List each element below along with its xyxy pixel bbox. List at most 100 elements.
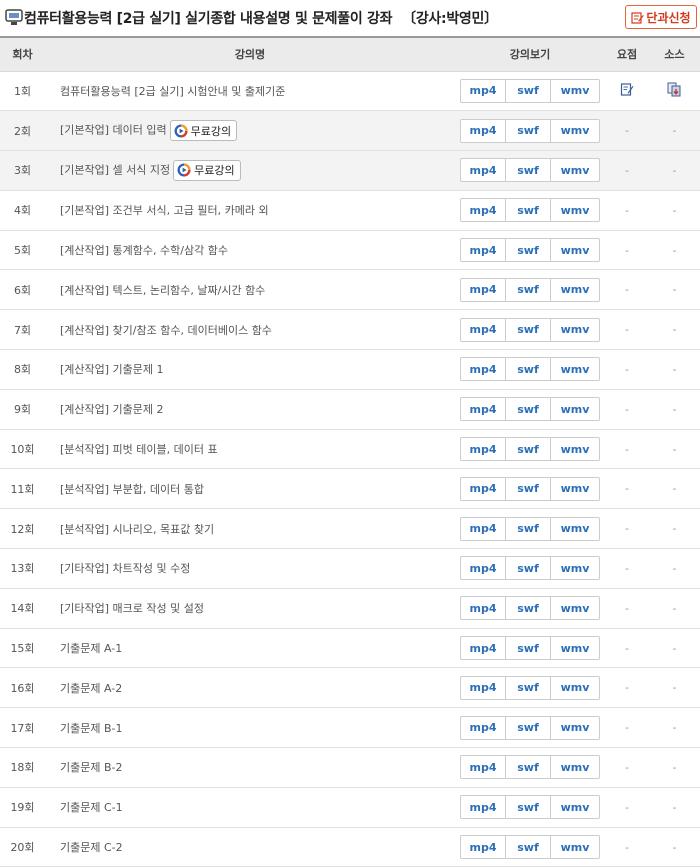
source-download-icon	[667, 82, 681, 97]
mp4-button[interactable]: mp4	[461, 796, 505, 818]
lecture-title: [계산작업] 기출문제 2	[60, 403, 164, 417]
wmv-button[interactable]: wmv	[550, 398, 599, 421]
table-row: 7회 [계산작업] 찾기/참조 함수, 데이터베이스 함수 mp4 swf wmv - -	[0, 310, 700, 350]
swf-button[interactable]: swf	[505, 517, 550, 540]
wmv-button[interactable]: wmv	[550, 278, 599, 301]
table-row: 2회 [기본작업] 데이터 입력 무료강의 mp4 swf wmv - -	[0, 110, 700, 151]
view-cell: mp4 swf wmv	[455, 270, 605, 310]
wmv-button[interactable]: wmv	[550, 716, 599, 739]
summary-empty: -	[625, 124, 629, 138]
format-buttons: mp4 swf wmv	[460, 198, 600, 223]
wmv-button[interactable]: wmv	[550, 796, 599, 819]
view-cell: mp4 swf wmv	[455, 389, 605, 429]
swf-button[interactable]: swf	[505, 358, 550, 381]
mp4-button[interactable]: mp4	[461, 239, 505, 261]
swf-button[interactable]: swf	[505, 438, 550, 461]
summary-empty: -	[625, 362, 629, 376]
mp4-button[interactable]: mp4	[461, 159, 505, 181]
free-lecture-button[interactable]: 무료강의	[169, 120, 238, 142]
mp4-button[interactable]: mp4	[461, 120, 505, 142]
view-cell: mp4 swf wmv	[455, 469, 605, 509]
wmv-button[interactable]: wmv	[550, 79, 599, 102]
session-number: 2회	[13, 124, 32, 138]
free-lecture-label: 무료강의	[190, 124, 232, 138]
mp4-button[interactable]: mp4	[461, 398, 505, 420]
swf-button[interactable]: swf	[505, 756, 550, 779]
mp4-button[interactable]: mp4	[461, 637, 505, 659]
mp4-button[interactable]: mp4	[461, 717, 505, 739]
source-cell[interactable]	[649, 71, 700, 111]
lecture-title: [분석작업] 부분합, 데이터 통합	[60, 482, 205, 496]
swf-button[interactable]: swf	[505, 836, 550, 859]
mp4-button[interactable]: mp4	[461, 756, 505, 778]
session-number: 15회	[10, 642, 35, 656]
wmv-button[interactable]: wmv	[550, 358, 599, 381]
wmv-button[interactable]: wmv	[550, 676, 599, 699]
mp4-button[interactable]: mp4	[461, 358, 505, 380]
lecture-title: [계산작업] 찾기/참조 함수, 데이터베이스 함수	[60, 323, 272, 337]
mp4-button[interactable]: mp4	[461, 836, 505, 858]
source-empty: -	[672, 402, 677, 416]
wmv-button[interactable]: wmv	[550, 159, 599, 182]
lecture-title: [분석작업] 피벗 테이블, 데이터 표	[60, 443, 218, 457]
lecture-title: [기본작업] 셀 서식 지정	[60, 163, 171, 177]
source-empty: -	[672, 800, 677, 814]
swf-button[interactable]: swf	[505, 477, 550, 500]
swf-button[interactable]: swf	[505, 716, 550, 739]
wmv-button[interactable]: wmv	[550, 239, 599, 262]
mp4-button[interactable]: mp4	[461, 438, 505, 460]
summary-empty: -	[625, 442, 629, 456]
mp4-button[interactable]: mp4	[461, 518, 505, 540]
session-number: 13회	[10, 562, 35, 576]
wmv-button[interactable]: wmv	[550, 637, 599, 660]
summary-cell[interactable]	[605, 71, 649, 111]
swf-button[interactable]: swf	[505, 239, 550, 262]
wmv-button[interactable]: wmv	[550, 517, 599, 540]
wmv-button[interactable]: wmv	[550, 477, 599, 500]
page-title: 컴퓨터활용능력 [2급 실기] 실기종합 내용설명 및 문제풀이 강좌 〔강사:박…	[24, 8, 498, 28]
mp4-button[interactable]: mp4	[461, 478, 505, 500]
mp4-button[interactable]: mp4	[461, 319, 505, 341]
swf-button[interactable]: swf	[505, 199, 550, 222]
lecture-title-cell: [계산작업] 통계함수, 수학/삼각 함수	[45, 230, 455, 270]
wmv-button[interactable]: wmv	[550, 119, 599, 142]
view-cell: mp4 swf wmv	[455, 190, 605, 230]
summary-empty: -	[625, 681, 629, 695]
swf-button[interactable]: swf	[505, 796, 550, 819]
swf-button[interactable]: swf	[505, 318, 550, 341]
mp4-button[interactable]: mp4	[461, 279, 505, 301]
swf-button[interactable]: swf	[505, 398, 550, 421]
source-empty: -	[672, 601, 677, 615]
view-cell: mp4 swf wmv	[455, 350, 605, 390]
swf-button[interactable]: swf	[505, 119, 550, 142]
swf-button[interactable]: swf	[505, 597, 550, 620]
col-header-view: 강의보기	[455, 36, 605, 72]
swf-button[interactable]: swf	[505, 557, 550, 580]
col-header-title: 강의명	[45, 36, 455, 72]
free-lecture-button[interactable]: 무료강의	[173, 159, 241, 181]
wmv-button[interactable]: wmv	[550, 836, 599, 859]
wmv-button[interactable]: wmv	[550, 318, 599, 341]
table-row: 18회 기출문제 B-2 mp4 swf wmv - -	[0, 748, 700, 788]
swf-button[interactable]: swf	[505, 676, 550, 699]
swf-button[interactable]: swf	[505, 79, 550, 102]
wmv-button[interactable]: wmv	[550, 199, 599, 222]
table-row: 9회 [계산작업] 기출문제 2 mp4 swf wmv - -	[0, 389, 700, 430]
mp4-button[interactable]: mp4	[461, 677, 505, 699]
mp4-button[interactable]: mp4	[461, 597, 505, 619]
swf-button[interactable]: swf	[505, 637, 550, 660]
lecture-title: 기출문제 C-2	[60, 841, 123, 855]
wmv-button[interactable]: wmv	[550, 597, 599, 620]
wmv-button[interactable]: wmv	[550, 557, 599, 580]
lecture-title-cell: 기출문제 C-2	[45, 827, 455, 867]
swf-button[interactable]: swf	[505, 159, 550, 182]
lecture-title-cell: 컴퓨터활용능력 [2급 실기] 시험안내 및 출제기준	[45, 71, 455, 111]
course-apply-button[interactable]: 단과신청	[625, 5, 697, 29]
mp4-button[interactable]: mp4	[461, 199, 505, 221]
swf-button[interactable]: swf	[505, 278, 550, 301]
wmv-button[interactable]: wmv	[550, 756, 599, 779]
mp4-button[interactable]: mp4	[461, 80, 505, 102]
lecture-title-cell: [분석작업] 부분합, 데이터 통합	[45, 469, 455, 509]
wmv-button[interactable]: wmv	[550, 438, 599, 461]
mp4-button[interactable]: mp4	[461, 557, 505, 579]
